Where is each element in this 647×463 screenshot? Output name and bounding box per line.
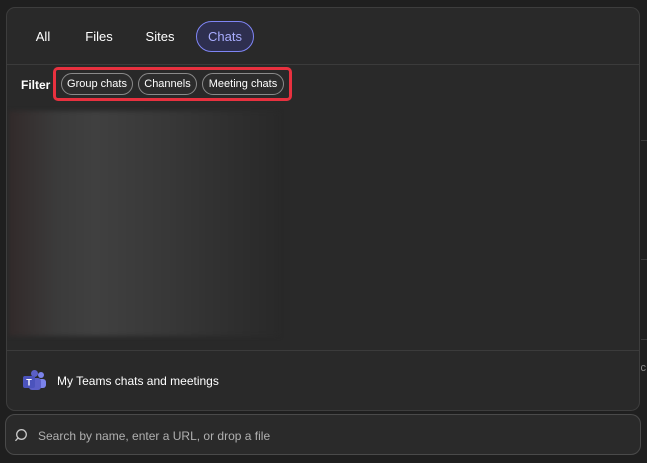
filter-label: Filter	[21, 78, 51, 92]
search-input[interactable]	[36, 424, 630, 448]
filter-chip-meeting-chats[interactable]: Meeting chats	[202, 73, 284, 95]
background-divider	[641, 140, 647, 141]
scope-tabs: All Files Sites Chats	[7, 8, 639, 65]
background-divider	[641, 339, 647, 340]
filter-chip-group-chats[interactable]: Group chats	[61, 73, 133, 95]
background-text-fragment: c	[640, 362, 647, 374]
search-flyout-window: c All Files Sites Chats Filter Group cha…	[0, 0, 647, 463]
microsoft-teams-icon: T	[23, 370, 46, 390]
svg-text:T: T	[26, 378, 32, 388]
tab-sites[interactable]: Sites	[141, 21, 179, 52]
search-icon	[15, 429, 27, 442]
filter-chip-channels[interactable]: Channels	[138, 73, 197, 95]
tab-all[interactable]: All	[29, 21, 57, 52]
tab-chats[interactable]: Chats	[196, 21, 254, 52]
divider	[7, 350, 639, 351]
background-divider	[641, 259, 647, 260]
tab-files[interactable]: Files	[81, 21, 117, 52]
filter-row: Filter Group chats Channels Meeting chat…	[7, 65, 639, 105]
redacted-results-area	[9, 111, 279, 336]
teams-chats-link[interactable]: T My Teams chats and meetings	[7, 360, 639, 402]
search-results-panel: All Files Sites Chats Filter Group chats…	[6, 7, 640, 411]
search-bar	[5, 414, 641, 455]
teams-chats-label: My Teams chats and meetings	[57, 374, 219, 388]
